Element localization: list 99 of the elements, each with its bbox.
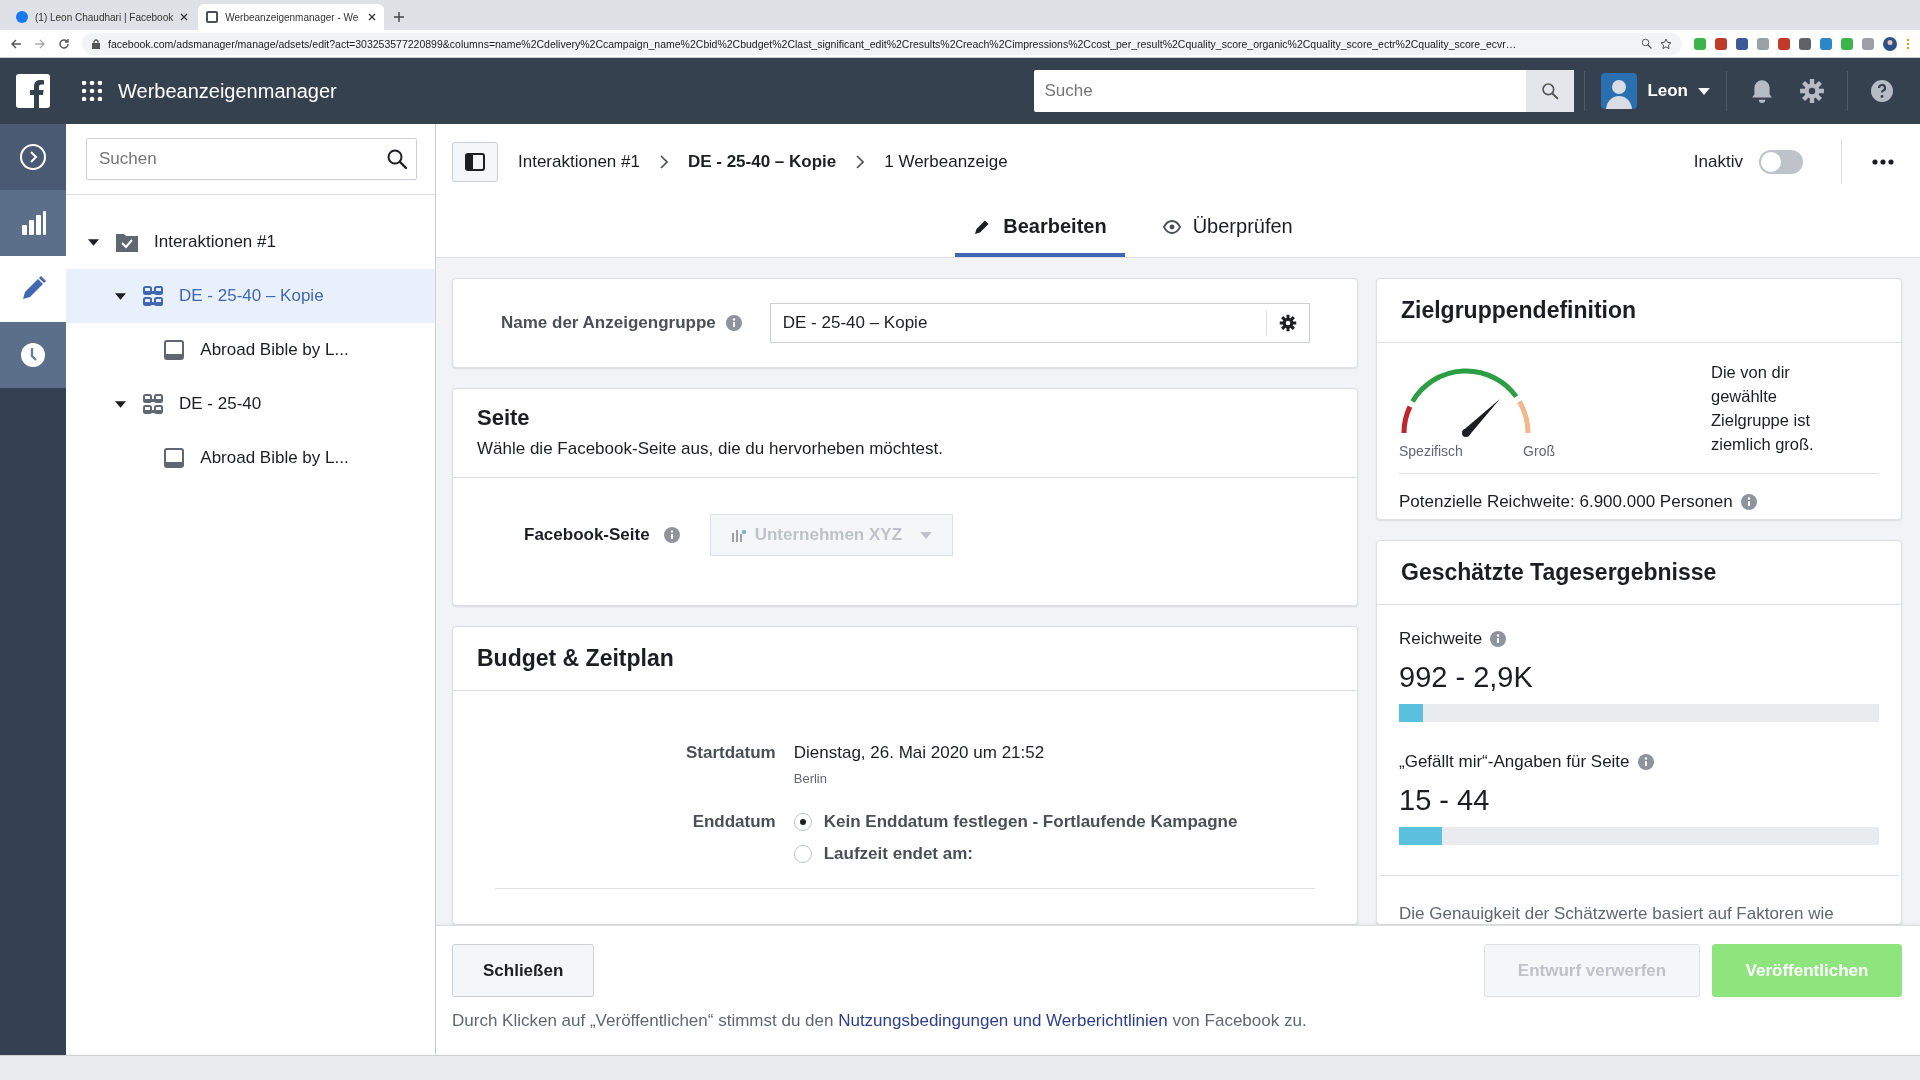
- terms-notice: Durch Klicken auf „Veröffentlichen“ stimmst du den Nutzungsbedingungen und Werberichtlinien von Facebook zu.: [452, 1011, 1308, 1031]
- breadcrumb-link[interactable]: DE - 25-40 – Kopie: [687, 152, 837, 172]
- profile-avatar-icon[interactable]: [1883, 36, 1897, 51]
- search-icon: [1541, 82, 1560, 100]
- extension-icon[interactable]: [1799, 37, 1811, 50]
- folder-check-icon: [116, 232, 138, 252]
- sidebar-icon: [465, 153, 485, 171]
- tab[interactable]: Überprüfen: [1144, 200, 1311, 257]
- tab-favicon-icon: [206, 11, 219, 23]
- info-icon[interactable]: [1740, 494, 1757, 510]
- search-field[interactable]: Suchen: [86, 138, 417, 180]
- nav-item[interactable]: [0, 322, 66, 388]
- caret-icon: [920, 531, 932, 539]
- metric-label: Reichweite: [1399, 629, 1483, 649]
- radio-button[interactable]: [793, 813, 812, 831]
- estimate-note: Die Genauigkeit der Schätzwerte basiert auf Faktoren wie: [1398, 903, 1835, 924]
- facebook-logo-icon[interactable]: [16, 74, 50, 108]
- tree-item[interactable]: DE - 25-40 – Kopie: [66, 269, 435, 323]
- app-grid-icon[interactable]: [82, 81, 102, 101]
- gauge-label: Groß: [1523, 443, 1555, 459]
- nav-item[interactable]: [0, 124, 66, 190]
- extension-icon[interactable]: [1778, 37, 1790, 50]
- caret-icon: [1698, 87, 1710, 95]
- radio-button[interactable]: [793, 845, 812, 863]
- user-menu[interactable]: Leon: [1595, 73, 1716, 109]
- close-button[interactable]: Schließen: [452, 944, 595, 997]
- more-icon[interactable]: [1872, 159, 1894, 165]
- grid-icon: [143, 394, 163, 414]
- lock-icon: [92, 38, 100, 49]
- avatar-icon: [1601, 73, 1638, 109]
- field-label: Enddatum: [691, 812, 776, 833]
- field-label: Startdatum: [686, 743, 776, 764]
- clock-icon: [19, 341, 47, 369]
- zoom-icon[interactable]: [1641, 38, 1652, 49]
- search-button[interactable]: [1526, 70, 1575, 112]
- section-title: Seite: [477, 405, 531, 431]
- info-icon[interactable]: [663, 527, 680, 543]
- extension-icon[interactable]: [1820, 37, 1832, 50]
- info-icon[interactable]: [1637, 754, 1654, 770]
- status-toggle[interactable]: [1759, 150, 1803, 174]
- gauge-label: Spezifisch: [1399, 443, 1463, 459]
- tree-item[interactable]: Abroad Bible by L...: [66, 323, 435, 377]
- breadcrumb-link[interactable]: 1 Werbeanzeige: [884, 152, 1008, 172]
- chevron-right-icon: [659, 155, 668, 169]
- extension-icon[interactable]: [1715, 37, 1727, 50]
- search-icon: [386, 148, 408, 170]
- potential-reach: Potenzielle Reichweite: 6.900.000 Personen: [1399, 492, 1733, 512]
- section-title: Geschätzte Tagesergebnisse: [1401, 559, 1718, 586]
- tab-favicon-icon: [16, 11, 28, 23]
- star-icon[interactable]: [1660, 37, 1672, 50]
- close-icon[interactable]: [180, 13, 189, 21]
- metric-value: 992 - 2,9K: [1399, 661, 1534, 694]
- radio-label: Laufzeit endet am:: [823, 844, 973, 864]
- app-title: Werbeanzeigenmanager: [118, 79, 338, 103]
- name-field[interactable]: DE - 25-40 – Kopie: [769, 303, 1310, 343]
- tree-item[interactable]: DE - 25-40: [66, 377, 435, 431]
- ad-preview-icon: [164, 340, 185, 360]
- ad-preview-icon: [164, 448, 185, 468]
- page-icon: [730, 528, 747, 542]
- chevron-right-icon: [856, 155, 865, 169]
- audience-summary: Die von dir gewählte Zielgruppe ist ziemlich groß.: [1711, 362, 1815, 455]
- field-label: Facebook-Seite: [524, 525, 650, 545]
- nav-item[interactable]: [0, 256, 66, 322]
- close-icon[interactable]: [368, 13, 377, 21]
- tree-item[interactable]: Abroad Bible by L...: [66, 431, 435, 485]
- caret-icon[interactable]: [87, 238, 99, 246]
- metric-label: „Gefällt mir“-Angaben für Seite: [1399, 752, 1630, 772]
- nav-item[interactable]: [0, 190, 66, 256]
- field-label: Name der Anzeigengruppe: [501, 313, 716, 333]
- address-bar[interactable]: facebook.com/adsmanager/manage/adsets/edit?act=303253577220899&columns=name%2Cdelivery%2Ccampaign_name%2Cbid%2Cbudget%2Clast_significant_edit%2Cresults%2Creach%2Cimpressions%2Ccost_per_result%2Cquality_score_organic%2Cquality_score_ectr%2Cquality_score_ecvr…: [82, 32, 1682, 55]
- info-icon[interactable]: [725, 315, 742, 331]
- grid-icon: [143, 286, 163, 306]
- info-icon[interactable]: [1490, 631, 1507, 647]
- eye-icon: [1162, 217, 1181, 236]
- back-icon[interactable]: [10, 37, 22, 50]
- terms-link[interactable]: Nutzungsbedingungen und Werberichtlinien: [838, 1011, 1168, 1030]
- panel-toggle-button[interactable]: [452, 142, 498, 182]
- section-title: Zielgruppendefinition: [1401, 297, 1638, 324]
- caret-icon[interactable]: [114, 400, 126, 408]
- help-icon[interactable]: [1870, 79, 1894, 103]
- radio-label: Kein Enddatum festlegen - Fortlaufende Kampagne: [823, 812, 1238, 832]
- new-tab-icon[interactable]: [394, 12, 405, 22]
- reload-icon[interactable]: [58, 37, 70, 50]
- settings-icon[interactable]: [1278, 314, 1297, 332]
- section-description: Wähle die Facebook-Seite aus, die du hervorheben möchtest.: [477, 439, 944, 459]
- start-date: Dienstag, 26. Mai 2020 um 21:52: [793, 743, 1046, 763]
- browser-tab[interactable]: (1) Leon Chaudhari | Facebook: [8, 4, 197, 30]
- metric-value: 15 - 44: [1399, 784, 1491, 817]
- section-title: Budget & Zeitplan: [477, 645, 675, 672]
- tree-item[interactable]: Interaktionen #1: [66, 215, 435, 269]
- extension-icon[interactable]: [1736, 37, 1748, 50]
- breadcrumb-link[interactable]: Interaktionen #1: [518, 152, 640, 172]
- browser-tab[interactable]: Werbeanzeigenmanager - We: [198, 4, 385, 30]
- status-label: Inaktiv: [1693, 152, 1743, 172]
- notifications-icon[interactable]: [1749, 78, 1775, 104]
- expand-icon: [19, 143, 47, 171]
- caret-icon[interactable]: [114, 292, 126, 300]
- bar-chart-icon: [19, 209, 47, 237]
- timezone-label: Berlin: [793, 771, 828, 786]
